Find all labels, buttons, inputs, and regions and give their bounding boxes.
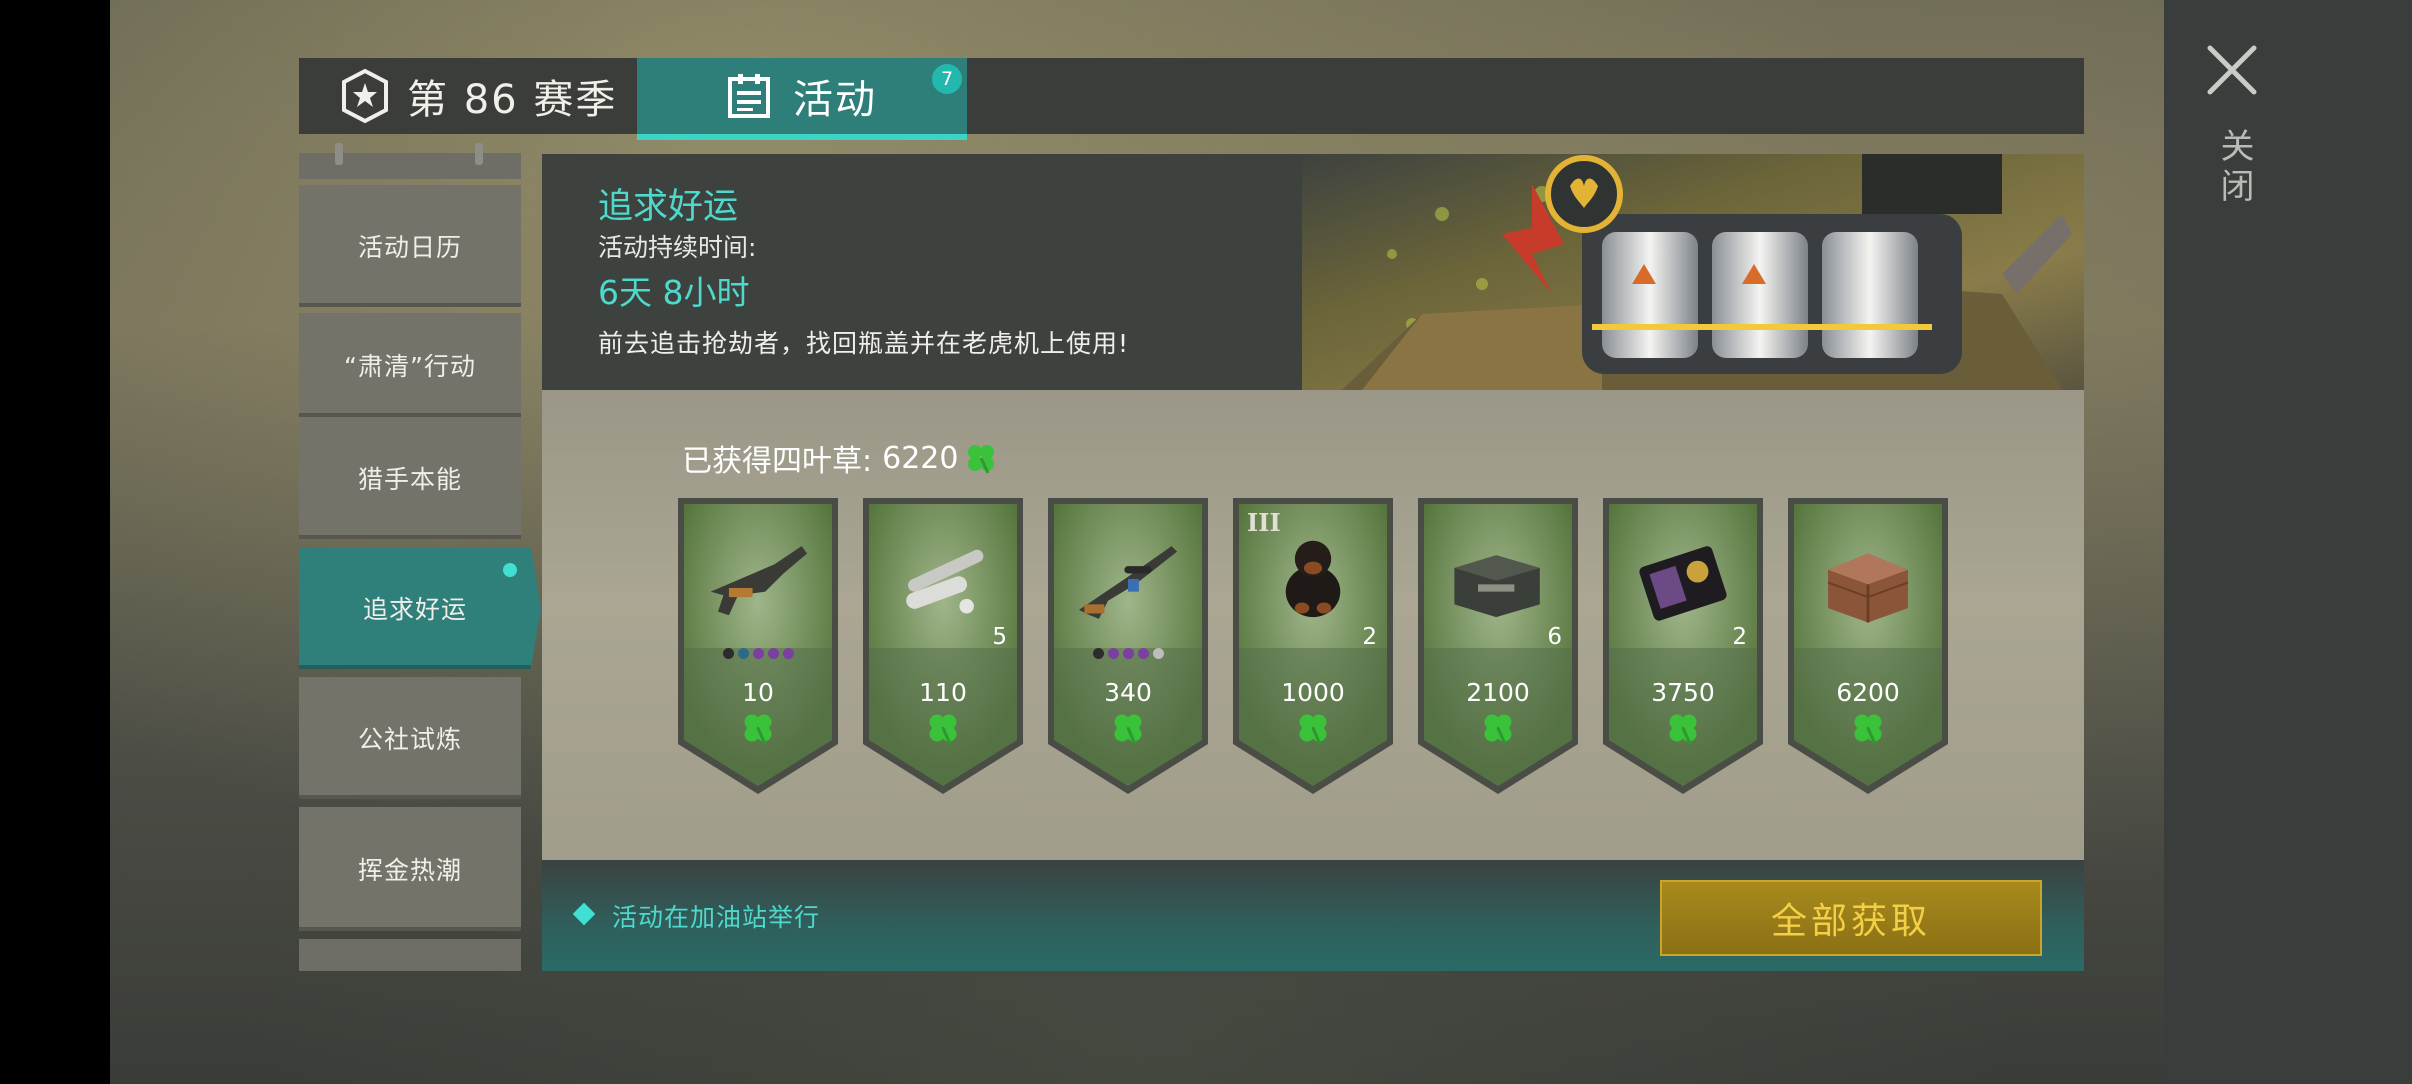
right-side-pane (2164, 0, 2412, 1084)
clover-icon (1114, 714, 1142, 745)
sidebar-item-label: 挥金热潮 (357, 856, 462, 885)
slot-machine-banner-image (1302, 154, 2084, 390)
sidebar-item-calendar[interactable]: 活动日历 (299, 185, 521, 307)
reward-quantity: 5 (992, 624, 1007, 650)
sidebar-item-spending-spree[interactable]: 挥金热潮 (299, 807, 521, 931)
duration-value: 6天 8小时 (598, 273, 750, 312)
reward-quantity: 2 (1732, 624, 1747, 650)
reward-card-sniper-rifle[interactable]: 340 (1048, 498, 1208, 794)
wooden-structure-icon (1827, 553, 1909, 623)
clover-icon (1669, 714, 1697, 745)
rarity-dot (1092, 648, 1104, 659)
claim-all-label: 全部获取 (1770, 901, 1931, 942)
reward-cost: 340 (1104, 678, 1152, 707)
sidebar-item-label: 活动日历 (357, 233, 462, 262)
sidebar-item-label: 追求好运 (362, 595, 467, 624)
event-title: 追求好运 (598, 187, 739, 227)
reward-tier: III (1247, 508, 1281, 537)
sidebar-item-commune-trial[interactable]: 公社试炼 (299, 677, 521, 799)
clover-icon (744, 714, 772, 745)
reward-list: 10 5 110 340 III 2 1000 6 2100 2 3750 6200 (678, 498, 1978, 798)
reward-cost: 6200 (1836, 678, 1900, 707)
scroll-pin (475, 143, 483, 165)
sniper-rifle-icon (1078, 546, 1178, 619)
left-black-bar (0, 0, 110, 1084)
sidebar-top-stub (299, 143, 521, 179)
event-footer: 活动在加油站举行 全部获取 (542, 860, 2084, 971)
sidebar-item-hunter-instinct[interactable]: 猎手本能 (299, 417, 521, 539)
rarity-dots (678, 648, 838, 659)
event-panel: 追求好运 活动持续时间: 6天 8小时 前去追击抢劫者，找回瓶盖并在老虎机上使用… (542, 154, 2084, 971)
event-sidebar: 活动日历 “肃清”行动 猎手本能 追求好运 公社试炼 挥金热潮 (299, 143, 541, 971)
tab-activity-label: 活动 (793, 77, 877, 123)
sidebar-bottom-stub (299, 939, 521, 971)
event-header: 追求好运 活动持续时间: 6天 8小时 前去追击抢劫者，找回瓶盖并在老虎机上使用… (542, 154, 2084, 390)
scroll-pin (335, 143, 343, 165)
sidebar-item-purge[interactable]: “肃清”行动 (299, 313, 521, 417)
reward-card-police-badge[interactable]: 2 3750 (1603, 498, 1763, 794)
rarity-dot (722, 648, 734, 659)
diamond-icon (572, 902, 596, 926)
earned-label: 已获得四叶草: (682, 444, 873, 479)
reward-cost: 1000 (1281, 678, 1345, 707)
tab-season-label: 第 86 赛季 (407, 77, 618, 123)
tab-season[interactable]: 第 86 赛季 (299, 58, 637, 134)
tab-activity[interactable]: 活动 (637, 58, 967, 140)
clover-icon (1484, 714, 1512, 745)
reward-cost: 10 (742, 678, 774, 707)
close-icon[interactable] (2204, 42, 2260, 98)
reward-card-weapon-parts[interactable]: 5 110 (863, 498, 1023, 794)
rarity-dot (1107, 648, 1119, 659)
rewards-area: 已获得四叶草: 6220 10 5 110 340 III 2 1000 6 2100 2 3750… (542, 390, 2084, 860)
notification-badge: 7 (932, 64, 962, 94)
weapon-crate-icon (1454, 555, 1540, 618)
clover-icon (968, 445, 995, 474)
clover-icon (1299, 714, 1327, 745)
weapon-parts-icon (906, 549, 984, 614)
reward-card-weapon-crate[interactable]: 6 2100 (1418, 498, 1578, 794)
reward-card-wooden-structure[interactable]: 6200 (1788, 498, 1948, 794)
sidebar-item-label: 公社试炼 (357, 725, 462, 754)
event-description: 前去追击抢劫者，找回瓶盖并在老虎机上使用! (598, 329, 1130, 358)
reward-cost: 3750 (1651, 678, 1715, 707)
sidebar-item-pursue-luck[interactable]: 追求好运 (299, 547, 541, 669)
rarity-dot (1152, 648, 1164, 659)
rarity-dot (782, 648, 794, 659)
rottweiler-dog-icon (1285, 540, 1341, 618)
shield-badge-icon (342, 68, 388, 124)
calendar-list-icon (728, 74, 770, 118)
smg-weapon-icon (710, 546, 808, 616)
active-tab-underline (637, 134, 967, 140)
claim-all-button[interactable]: 全部获取 (1660, 880, 2042, 956)
rarity-dot (1122, 648, 1134, 659)
clover-icon (1854, 714, 1882, 745)
reward-card-rottweiler-dog[interactable]: III 2 1000 (1233, 498, 1393, 794)
tab-bar: 第 86 赛季 活动 7 (299, 58, 2084, 140)
location-note: 活动在加油站举行 (612, 903, 821, 932)
earned-value: 6220 (882, 440, 959, 476)
rarity-dot (767, 648, 779, 659)
sidebar-item-label: 猎手本能 (357, 465, 462, 494)
police-badge-icon (1639, 546, 1727, 621)
earned-clovers: 已获得四叶草: 6220 (682, 436, 998, 480)
rarity-dot (1137, 648, 1149, 659)
reward-quantity: 2 (1362, 624, 1377, 650)
rarity-dot (752, 648, 764, 659)
rarity-dots (1048, 648, 1208, 659)
reward-cost: 2100 (1466, 678, 1530, 707)
reward-card-smg-weapon[interactable]: 10 (678, 498, 838, 794)
close-label[interactable]: 关闭 (2214, 128, 2254, 208)
duration-label: 活动持续时间: (598, 233, 757, 262)
sidebar-item-label: “肃清”行动 (344, 352, 476, 381)
reward-quantity: 6 (1547, 624, 1562, 650)
reward-cost: 110 (919, 678, 967, 707)
new-dot (503, 563, 517, 577)
rarity-dot (737, 648, 749, 659)
clover-icon (929, 714, 957, 745)
